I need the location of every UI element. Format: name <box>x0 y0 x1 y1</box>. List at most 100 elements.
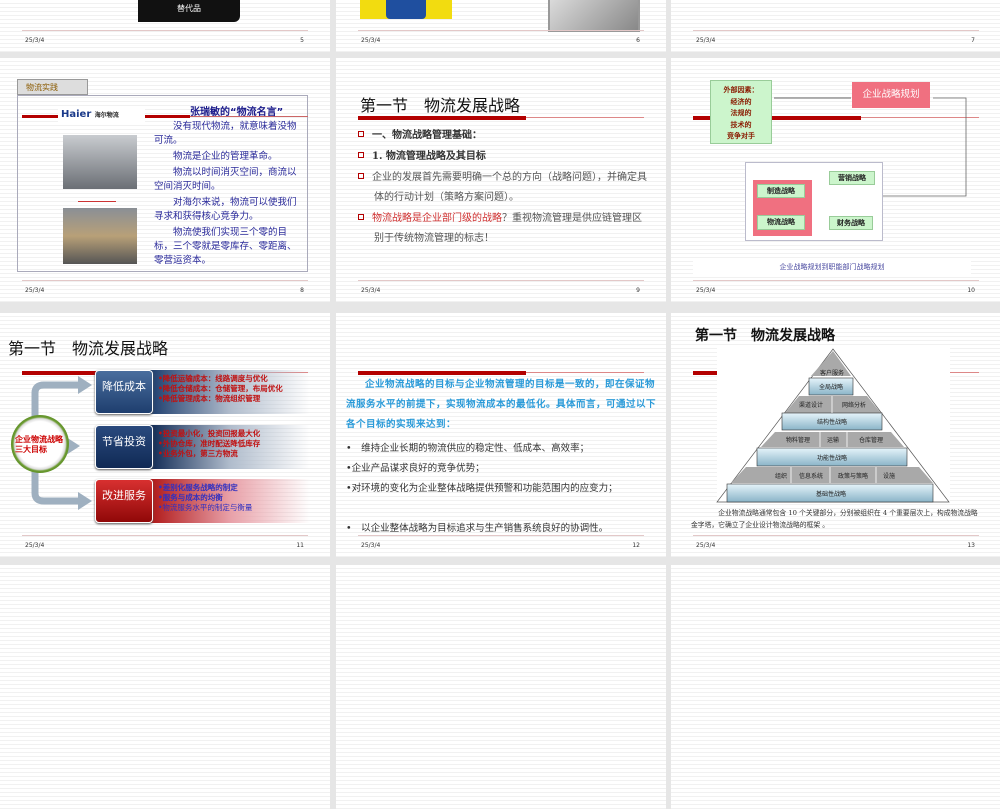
corporate-plan-box: 企业战略规划 <box>852 82 930 108</box>
pyramid-label: 物料管理 <box>786 436 810 444</box>
pyramid-label: 渠道设计 <box>799 401 823 409</box>
haier-logo: Haier 海尔物流 <box>58 107 145 125</box>
slide-number: 6 <box>636 37 640 44</box>
slide-thumbnail-7[interactable]: 25/3/4 7 <box>671 0 1000 52</box>
bullet-item: 1. 物流管理战略及其目标 <box>358 147 486 167</box>
bullet-item: 一、物流战略管理基础： <box>358 126 482 146</box>
quote: 物流使我们实现三个零的目标，三个零就是零库存、零距离、零营运资本。 <box>154 227 297 266</box>
quote: 没有现代物流，就意味着没物可流。 <box>154 121 297 146</box>
product-image <box>360 0 452 19</box>
logo-text: Haier <box>61 109 92 120</box>
pyramid-label: 全局战略 <box>819 383 843 391</box>
bullet-item: 物流战略是企业部门级的战略？重视物流管理是供应链管理区别于传统物流管理的标志！ <box>358 209 648 249</box>
substitutes-box: 替代品 <box>138 0 240 22</box>
slide-thumbnail-12[interactable]: 企业物流战略的目标与企业物流管理的目标是一致的，即在保证物流服务水平的前提下，实… <box>336 313 666 557</box>
slide-thumbnail-16[interactable] <box>671 565 1000 809</box>
red-rule <box>145 115 190 118</box>
logistics-strategy-box: 物流战略 <box>757 215 805 230</box>
slide-date: 25/3/4 <box>361 37 381 44</box>
slide-thumbnail-5[interactable]: 替代品 25/3/4 5 <box>0 0 330 52</box>
pyramid-label: 信息系统 <box>799 472 823 480</box>
pyramid-label: 政策与策略 <box>838 472 868 480</box>
goal-improve-service: 改进服务 <box>95 479 153 523</box>
warehouse-photo <box>63 135 137 189</box>
slide-thumbnail-9[interactable]: 第一节 物流发展战略 一、物流战略管理基础： 1. 物流管理战略及其目标 企业的… <box>336 58 666 302</box>
pyramid-label: 基础性战略 <box>816 490 846 498</box>
pyramid-label: 运输 <box>827 436 839 444</box>
red-rule-thin <box>526 372 644 373</box>
slide-thumbnail-15[interactable] <box>336 565 666 809</box>
bullet-item: 企业的发展首先需要明确一个总的方向（战略问题），并确定具体的行动计划（策略方案问… <box>358 168 648 208</box>
goal-point: • 维持企业长期的物流供应的稳定性、低成本、高效率； <box>346 443 590 454</box>
goal-point: •对环境的变化为企业整体战略提供预警和功能范围内的应变力； <box>346 483 618 494</box>
slide-thumbnail-6[interactable]: 25/3/4 6 <box>336 0 666 52</box>
slide-number: 11 <box>296 542 304 549</box>
goal-point: • 以企业整体战略为目标追求与生产销售系统良好的协调性。 <box>346 523 609 534</box>
pyramid-caption: 企业物流战略通常包含 10 个关键部分，分别被组织在 4 个重要层次上，构成物流… <box>691 509 978 529</box>
pyramid-label: 网络分析 <box>842 401 866 409</box>
monitor-image <box>548 0 640 32</box>
slide-thumbnail-11[interactable]: 第一节 物流发展战略 企业物流战略三大目标 •降低运输成本：线路调度与优化 •降低… <box>0 313 330 557</box>
heading: 张瑞敏的“物流名言” <box>190 107 284 118</box>
goals-center-label: 企业物流战略三大目标 <box>15 435 63 454</box>
bullet-square-icon <box>358 214 364 220</box>
bullet-square-icon <box>358 173 364 179</box>
bullet-square-icon <box>358 152 364 158</box>
goal-panel: •投资最小化，投资回报最大化 •外协仓库，准时配送降低库存 •业务外包，第三方物流 <box>150 425 310 469</box>
slide-number: 8 <box>300 287 304 294</box>
slide-date: 25/3/4 <box>696 542 716 549</box>
red-rule <box>358 116 526 120</box>
quote: 物流是企业的管理革命。 <box>173 151 278 162</box>
agv-photo <box>63 208 137 264</box>
marketing-strategy-box: 营销战略 <box>829 171 875 185</box>
pyramid-label: 客户服务 <box>820 369 844 377</box>
pyramid-label: 设施 <box>883 472 895 480</box>
goal-point: •企业产品谋求良好的竞争优势； <box>346 463 485 474</box>
footer-line <box>358 30 644 31</box>
external-factors-box: 外部因素： 经济的 法规的 技术的 竞争对手 <box>710 80 772 144</box>
bullet-square-icon <box>358 131 364 137</box>
slide-date: 25/3/4 <box>696 37 716 44</box>
slide-thumbnail-14[interactable] <box>0 565 330 809</box>
footer-line <box>693 280 979 281</box>
goal-reduce-cost: 降低成本 <box>95 370 153 414</box>
slide-number: 7 <box>971 37 975 44</box>
slide-thumbnail-13[interactable]: 第一节 物流发展战略 客户服务 全局战略 渠道设计 网络分析 结构性战略 物料管… <box>671 313 1000 557</box>
slide-date: 25/3/4 <box>25 287 45 294</box>
pyramid-label: 仓库管理 <box>859 436 883 444</box>
slide-title: 第一节 物流发展战略 <box>360 96 521 115</box>
goal-save-investment: 节省投资 <box>95 425 153 469</box>
red-rule-thin <box>526 117 644 118</box>
footer-line <box>693 535 979 536</box>
quote: 物流以时间消灭空间，商流以空间消灭时间。 <box>154 167 297 192</box>
manufacturing-strategy-box: 制造战略 <box>757 184 805 198</box>
finance-strategy-box: 财务战略 <box>829 216 873 230</box>
slide-date: 25/3/4 <box>361 287 381 294</box>
goal-panel: •差别化服务战略的制定 •服务与成本的均衡 •物流服务水平的制定与衡量 <box>150 479 310 523</box>
signature-image <box>78 195 116 202</box>
slide-thumbnail-8[interactable]: 物流实践 Haier 海尔物流 张瑞敏的“物流名言” 没有现代物流，就意味着没物… <box>0 58 330 302</box>
quotes: 没有现代物流，就意味着没物可流。 物流是企业的管理革命。 物流以时间消灭空间，商… <box>154 120 302 268</box>
slide-number: 12 <box>632 542 640 549</box>
slide-date: 25/3/4 <box>696 287 716 294</box>
footer-line <box>22 30 308 31</box>
slide-date: 25/3/4 <box>361 542 381 549</box>
diagram-caption: 企业战略规划到职能部门战略规划 <box>693 261 971 274</box>
slide-date: 25/3/4 <box>25 542 45 549</box>
slide-thumbnail-10[interactable]: 外部因素： 经济的 法规的 技术的 竞争对手 企业战略规划 制造战略 物流战略 营销战略… <box>671 58 1000 302</box>
footer-line <box>693 30 979 31</box>
logo-cn: 海尔物流 <box>94 112 119 119</box>
slide-number: 9 <box>636 287 640 294</box>
footer-line <box>358 535 644 536</box>
footer-line <box>358 280 644 281</box>
red-rule <box>22 115 60 118</box>
pyramid-label: 功能性战略 <box>817 454 847 462</box>
intro-paragraph: 企业物流战略的目标与企业物流管理的目标是一致的，即在保证物流服务水平的前提下，实… <box>346 379 657 430</box>
goal-panel: •降低运输成本：线路调度与优化 •降低仓储成本：仓储管理，布局优化 •降低管理成本：… <box>150 370 310 414</box>
footer-line <box>22 280 308 281</box>
slide-date: 25/3/4 <box>25 37 45 44</box>
slide-number: 13 <box>967 542 975 549</box>
pyramid-label: 组织 <box>775 472 787 480</box>
footer-line <box>22 535 308 536</box>
slide-number: 10 <box>967 287 975 294</box>
